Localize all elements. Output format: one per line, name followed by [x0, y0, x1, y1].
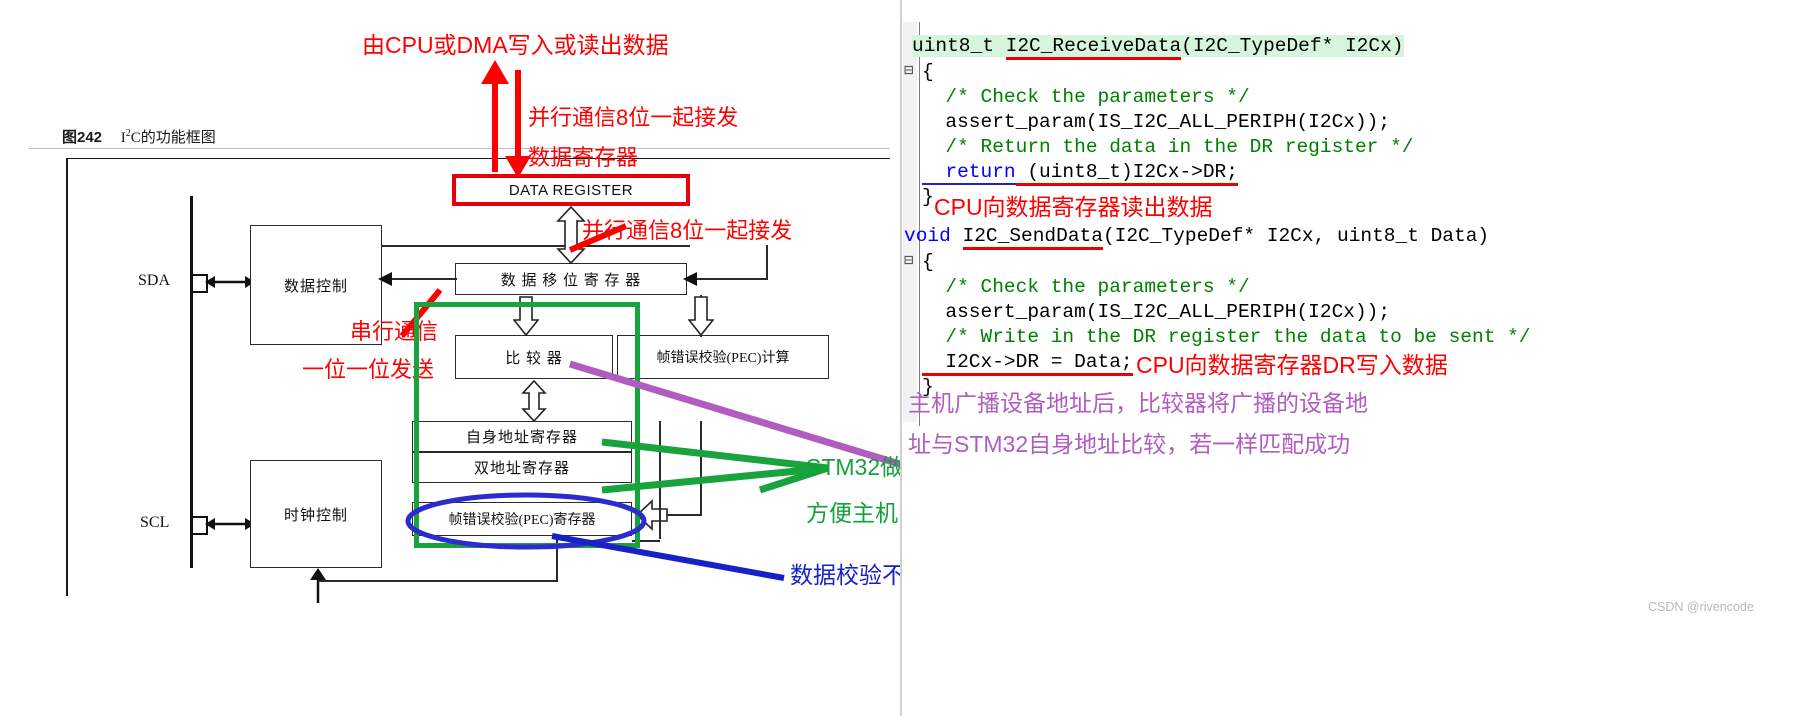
code-receive-close: } — [922, 186, 934, 208]
code-send-open: { — [922, 251, 934, 273]
code-fold-marker-send[interactable]: ⊟ — [904, 250, 914, 270]
code-send-comment-1: /* Check the parameters */ — [922, 276, 1250, 298]
figure-caption-rest: C的功能框图 — [130, 130, 216, 146]
scl-label: SCL — [140, 514, 170, 531]
figure-caption-number: 图242 — [62, 129, 103, 146]
code-receive-name: I2C_ReceiveData — [1005, 35, 1182, 60]
sda-bus-rail — [190, 196, 193, 568]
annotation-data-register-label: 数据寄存器 — [528, 145, 639, 170]
annotation-master-broadcast-line2: 址与STM32自身地址比较，若一样匹配成功 — [908, 431, 1351, 457]
code-fold-marker-receive[interactable]: ⊟ — [904, 60, 914, 80]
code-block-receive: uint8_t I2C_ReceiveData(I2C_TypeDef* I2C… — [912, 34, 1404, 60]
code-send-args: (I2C_TypeDef* I2Cx, uint8_t Data) — [1102, 225, 1490, 247]
code-fold-gutter — [903, 22, 917, 422]
code-receive-ret: uint8_t — [912, 35, 1006, 57]
annotation-parallel-8bit-mid: 并行通信8位一起接发 — [582, 218, 793, 243]
sda-label: SDA — [138, 272, 171, 289]
box-clock-control: 时钟控制 — [250, 460, 382, 568]
annotation-cpu-write-to-dr: CPU向数据寄存器DR写入数据 — [1136, 352, 1448, 378]
code-receive-return-rest: (uint8_t)I2Cx->DR; — [1015, 161, 1238, 186]
arrow-into-shift-register — [683, 272, 697, 286]
red-double-arrow-top — [481, 60, 531, 178]
connector-clock-bottom — [318, 580, 558, 582]
code-receive-comment-2: /* Return the data in the DR register */ — [922, 136, 1414, 158]
page-gutter — [0, 118, 30, 716]
box-data-register: DATA REGISTER — [452, 174, 690, 206]
sda-bidirectional-arrow — [205, 276, 255, 288]
connector-shift-right — [687, 278, 767, 280]
code-receive-assert: assert_param(IS_I2C_ALL_PERIPH(I2Cx)); — [922, 111, 1391, 133]
scl-bidirectional-arrow — [205, 518, 255, 530]
code-block-send: void I2C_SendData(I2C_TypeDef* I2Cx, uin… — [904, 224, 1490, 250]
annotation-master-broadcast-line1: 主机广播设备地址后，比较器将广播的设备地 — [908, 390, 1368, 416]
connector-datactrl-top — [382, 245, 690, 247]
figure-caption: 图242 I2C的功能框图 — [62, 126, 216, 147]
block-arrow-shift-to-pec — [688, 296, 714, 336]
connector-right-vertical — [766, 245, 768, 280]
page-horizontal-rule — [28, 148, 890, 149]
blue-leader-line — [551, 533, 785, 581]
code-send-ret: void — [904, 225, 963, 247]
annotation-cpu-dma-write-read: 由CPU或DMA写入或读出数据 — [362, 32, 669, 58]
annotation-parallel-8bit-top: 并行通信8位一起接发 — [528, 105, 739, 130]
arrow-into-data-control — [378, 272, 392, 286]
code-pane-divider — [900, 0, 902, 716]
code-receive-comment-1: /* Check the parameters */ — [922, 86, 1250, 108]
code-send-name: I2C_SendData — [962, 225, 1103, 250]
code-send-assert: assert_param(IS_I2C_ALL_PERIPH(I2Cx)); — [922, 301, 1391, 323]
box-shift-register: 数 据 移 位 寄 存 器 — [455, 263, 687, 295]
arrow-clock-control-input — [310, 568, 326, 603]
code-send-comment-2: /* Write in the DR register the data to … — [922, 326, 1531, 348]
watermark: CSDN @rivencode — [1648, 600, 1754, 614]
code-send-write: I2Cx->DR = Data; — [922, 351, 1133, 376]
code-receive-open: { — [922, 61, 934, 83]
code-receive-args: (I2C_TypeDef* I2Cx) — [1181, 35, 1404, 57]
annotation-cpu-read-from-dr: CPU向数据寄存器读出数据 — [934, 194, 1213, 220]
code-receive-return-kw: return — [922, 161, 1016, 185]
